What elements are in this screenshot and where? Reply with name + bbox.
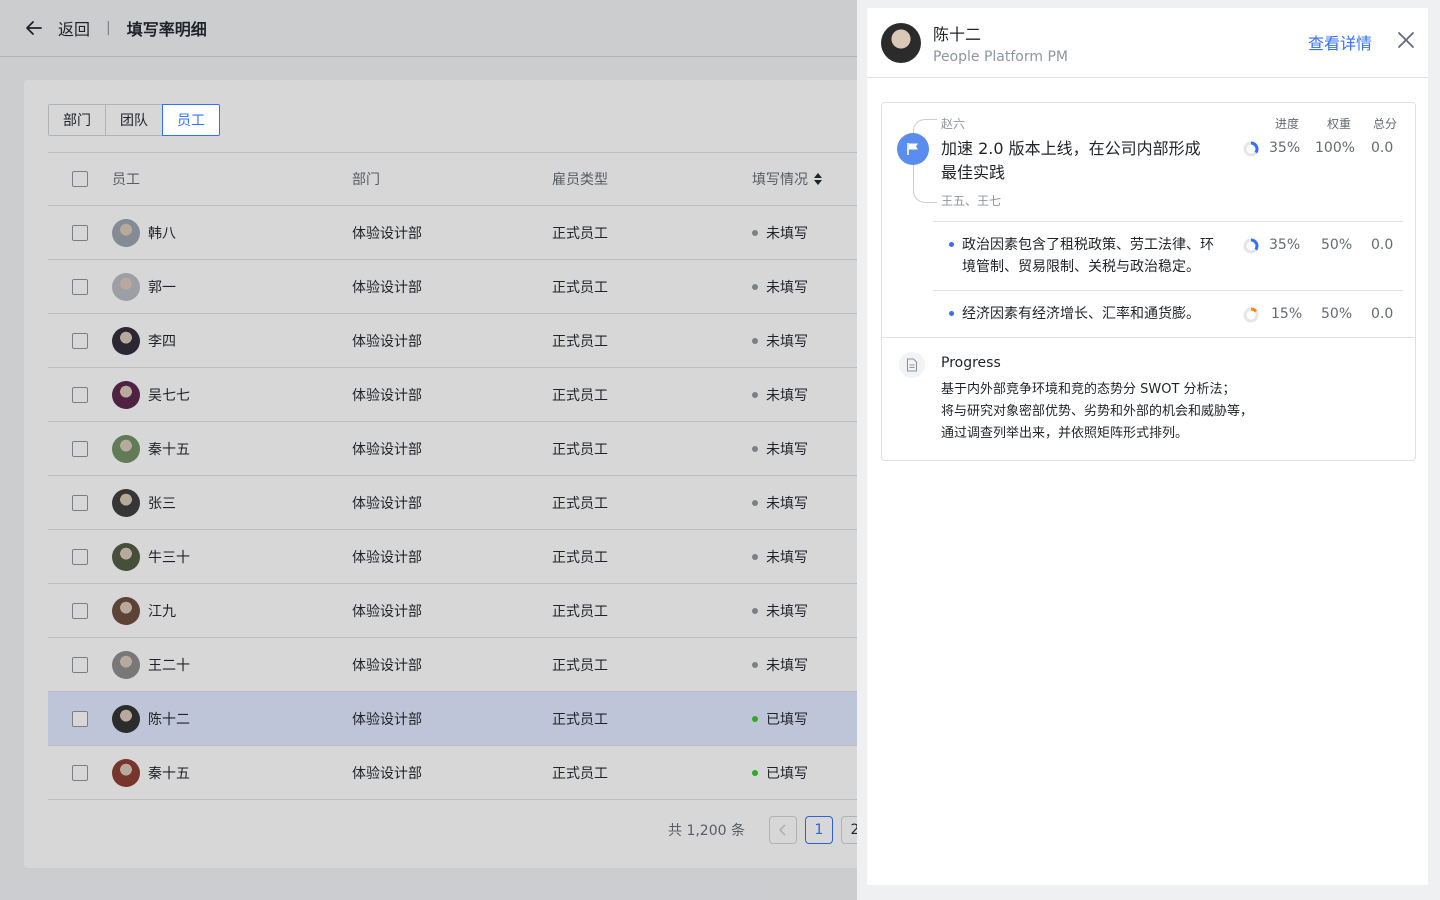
progress-line: 基于内外部竞争环境和竞的态势分 SWOT 分析法；	[941, 382, 1236, 397]
key-result-text[interactable]: 政治因素包含了租税政策、劳工法律、环境管制、贸易限制、关税与政治稳定。	[962, 234, 1224, 278]
column-header-score: 总分	[1373, 117, 1398, 131]
progress-body: 基于内外部竞争环境和竞的态势分 SWOT 分析法； 将与研究对象密部优势、劣势和…	[941, 379, 1253, 445]
key-result-weight: 50%	[1321, 306, 1353, 322]
key-result-text[interactable]: 经济因素有经济增长、汇率和通货膨。	[962, 303, 1242, 325]
objective-collaborators: 王五、王七	[941, 194, 1002, 208]
document-icon	[899, 352, 925, 378]
progress-ring-icon	[1243, 141, 1259, 157]
progress-line: 通过调查列举出来，并依照矩阵形式排列。	[941, 426, 1189, 441]
progress-section: Progress 基于内外部竞争环境和竞的态势分 SWOT 分析法； 将与研究对…	[882, 337, 1415, 460]
okr-card: 赵六 加速 2.0 版本上线，在公司内部形成最佳实践 王五、王七 进度 权重 总…	[881, 102, 1416, 461]
key-result-progress: 35%	[1269, 237, 1301, 253]
progress-title: Progress	[941, 355, 1001, 371]
objective-score: 0.0	[1371, 140, 1394, 156]
objective-weight: 100%	[1315, 140, 1356, 156]
view-details-link[interactable]: 查看详情	[1308, 30, 1372, 54]
divider	[933, 221, 1403, 222]
detail-drawer: 陈十二 People Platform PM 查看详情 赵六 加速 2.0 版本…	[857, 0, 1440, 900]
drawer-panel: 陈十二 People Platform PM 查看详情 赵六 加速 2.0 版本…	[867, 8, 1428, 885]
objective-owner: 赵六	[941, 117, 966, 131]
key-result-score: 0.0	[1371, 306, 1394, 322]
progress-line: 将与研究对象密部优势、劣势和外部的机会和威胁等，	[941, 404, 1254, 419]
flag-icon	[897, 133, 929, 165]
key-result-score: 0.0	[1371, 237, 1394, 253]
close-icon[interactable]	[1396, 30, 1416, 50]
objective-title[interactable]: 加速 2.0 版本上线，在公司内部形成最佳实践	[941, 137, 1211, 185]
key-result-progress: 15%	[1271, 306, 1303, 322]
column-header-weight: 权重	[1327, 117, 1352, 131]
tab-employee[interactable]: 员工	[162, 104, 220, 136]
key-result-weight: 50%	[1321, 237, 1353, 253]
user-role: People Platform PM	[933, 48, 1068, 65]
avatar	[881, 22, 921, 63]
progress-ring-icon	[1243, 238, 1259, 254]
progress-ring-icon	[1243, 307, 1259, 323]
key-result-bullet	[949, 311, 954, 316]
objective-progress: 35%	[1269, 140, 1301, 156]
drawer-header: 陈十二 People Platform PM 查看详情	[867, 8, 1428, 78]
user-name: 陈十二	[933, 24, 982, 44]
divider	[933, 290, 1403, 291]
column-header-progress: 进度	[1275, 117, 1300, 131]
key-result-bullet	[949, 242, 954, 247]
